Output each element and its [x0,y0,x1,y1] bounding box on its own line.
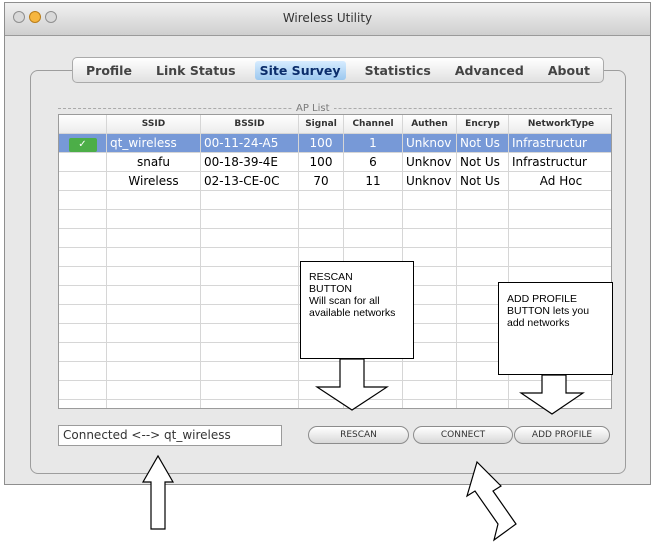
annotation-arrows [141,358,585,542]
connect-diagonal-arrow-icon [465,460,517,542]
add-profile-arrow-icon [519,374,585,415]
rescan-arrow-icon [314,358,390,411]
status-up-arrow-icon [141,454,175,530]
